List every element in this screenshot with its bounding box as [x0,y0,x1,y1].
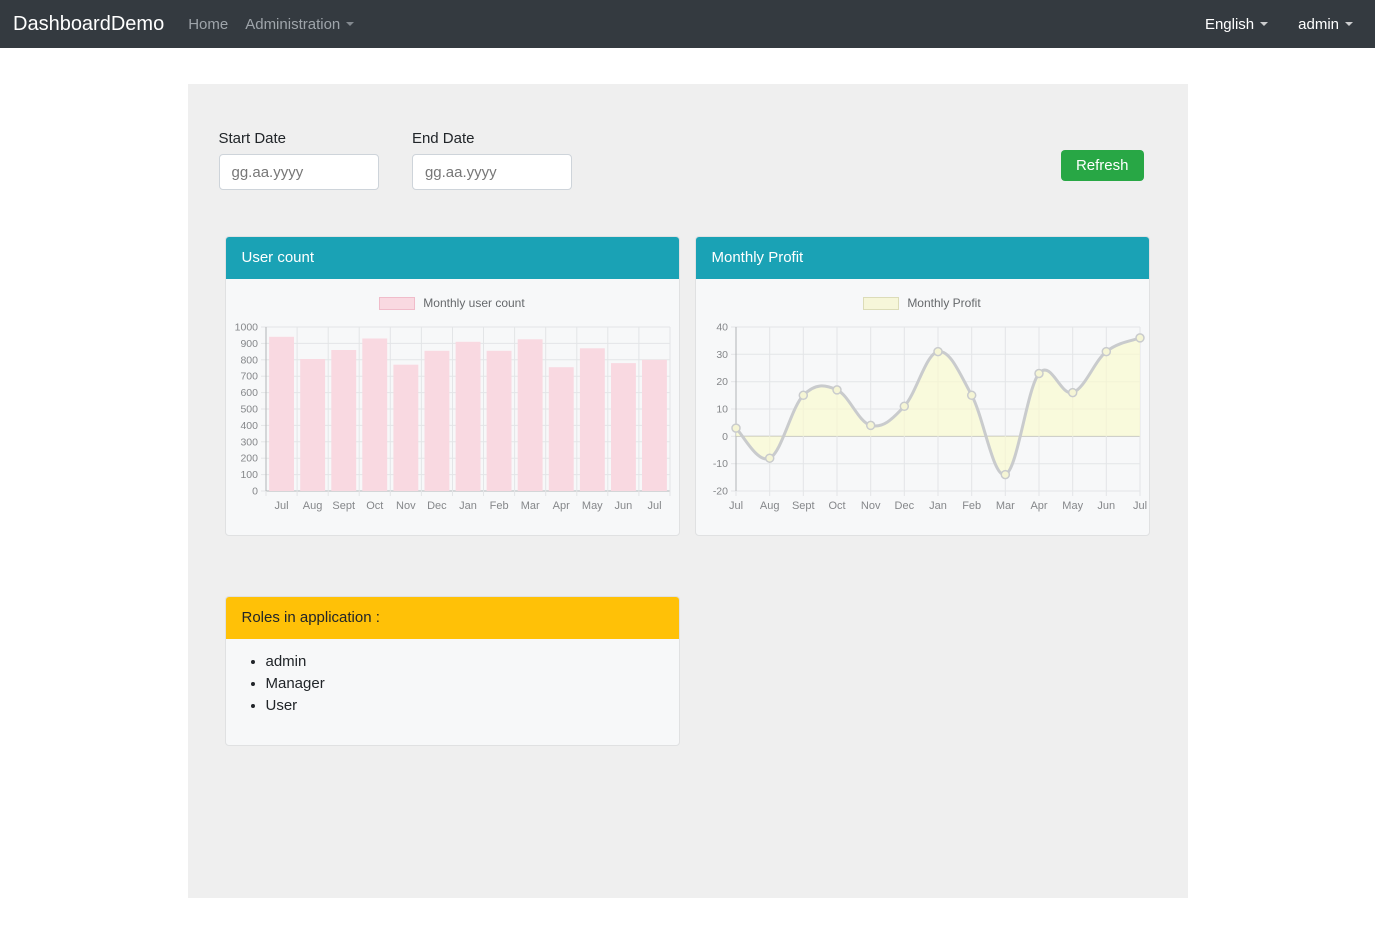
svg-text:-10: -10 [712,458,727,470]
svg-text:Oct: Oct [366,500,383,512]
user-menu-label: admin [1298,16,1339,33]
svg-text:Aug: Aug [302,500,322,512]
user-count-panel-header: User count [226,237,679,279]
start-date-field-group: Start Date [219,130,379,190]
svg-text:800: 800 [240,354,258,366]
svg-text:Sept: Sept [332,500,355,512]
roles-panel-title: Roles in application : [242,609,380,626]
nav-item-administration-dropdown[interactable]: Administration [245,16,354,33]
svg-text:Jul: Jul [274,500,288,512]
svg-text:900: 900 [240,338,258,350]
user-count-panel-body: Monthly user count 0 100 200 300 400 500 600 70… [226,279,679,536]
monthly-profit-line-chart: -20 -10 0 10 20 30 40 Jul Aug Sept Oct Nov Dec Jan Feb… [696,315,1149,536]
svg-text:Dec: Dec [894,500,914,512]
svg-text:-20: -20 [712,486,727,498]
svg-text:Dec: Dec [427,500,447,512]
svg-text:Apr: Apr [552,500,569,512]
svg-text:Jul: Jul [1132,500,1146,512]
svg-text:Nov: Nov [396,500,416,512]
svg-text:500: 500 [240,404,258,416]
roles-panel-body: admin Manager User [226,639,679,714]
svg-text:Feb: Feb [489,500,508,512]
legend-label: Monthly user count [423,296,524,310]
role-list-item: Manager [266,675,663,692]
start-date-input[interactable] [219,154,379,190]
refresh-button[interactable]: Refresh [1061,150,1144,181]
svg-text:600: 600 [240,387,258,399]
svg-text:Jun: Jun [614,500,632,512]
svg-text:30: 30 [716,349,728,361]
svg-text:10: 10 [716,404,728,416]
svg-text:Jan: Jan [459,500,477,512]
svg-text:0: 0 [722,431,728,443]
user-count-panel: User count Monthly user count 0 100 200 300… [225,236,680,536]
roles-panel: Roles in application : admin Manager User [225,596,680,746]
svg-text:40: 40 [716,322,728,334]
svg-text:Nov: Nov [860,500,880,512]
navbar-right: English admin [1205,16,1353,33]
svg-text:200: 200 [240,453,258,465]
role-list-item: User [266,697,663,714]
legend-swatch [863,297,899,310]
roles-list: admin Manager User [266,653,663,714]
legend-monthly-profit[interactable]: Monthly Profit [696,295,1149,311]
user-menu-dropdown[interactable]: admin [1298,16,1353,33]
end-date-field-group: End Date [412,130,572,190]
monthly-profit-panel: Monthly Profit Monthly Profit -20 -10 0 10 2… [695,236,1150,536]
svg-text:Jun: Jun [1097,500,1115,512]
monthly-profit-panel-header: Monthly Profit [696,237,1149,279]
monthly-profit-panel-title: Monthly Profit [712,249,804,266]
svg-text:May: May [1062,500,1083,512]
roles-row: Roles in application : admin Manager User [188,596,1188,746]
monthly-profit-panel-body: Monthly Profit -20 -10 0 10 20 30 40 Jul Aug Sept… [696,279,1149,536]
user-count-bar-chart: 0 100 200 300 400 500 600 700 800 900 1000 Jul Aug Se… [226,315,679,536]
roles-panel-header: Roles in application : [226,597,679,639]
svg-text:20: 20 [716,376,728,388]
top-navbar: DashboardDemo Home Administration Englis… [0,0,1375,48]
language-label: English [1205,16,1254,33]
start-date-label: Start Date [219,130,379,147]
chevron-down-icon [346,22,354,26]
nav-item-home[interactable]: Home [188,16,228,33]
svg-text:0: 0 [252,486,258,498]
svg-text:Jul: Jul [728,500,742,512]
svg-text:1000: 1000 [234,322,258,334]
brand-link[interactable]: DashboardDemo [13,13,164,36]
filters-row: Start Date End Date Refresh [188,130,1188,236]
svg-text:Feb: Feb [962,500,981,512]
user-count-panel-title: User count [242,249,315,266]
svg-text:Oct: Oct [828,500,845,512]
end-date-label: End Date [412,130,572,147]
nav-item-administration-label: Administration [245,16,340,33]
svg-text:Sept: Sept [791,500,814,512]
svg-text:300: 300 [240,436,258,448]
svg-text:400: 400 [240,420,258,432]
svg-text:May: May [581,500,602,512]
chevron-down-icon [1345,22,1353,26]
svg-text:700: 700 [240,371,258,383]
svg-text:Aug: Aug [759,500,779,512]
chevron-down-icon [1260,22,1268,26]
main-content: Start Date End Date Refresh User count M… [188,84,1188,898]
legend-swatch [379,297,415,310]
svg-text:100: 100 [240,469,258,481]
charts-row: User count Monthly user count 0100200300… [188,236,1188,536]
svg-text:Apr: Apr [1030,500,1047,512]
legend-monthly-user-count[interactable]: Monthly user count [226,295,679,311]
role-list-item: admin [266,653,663,670]
svg-text:Mar: Mar [995,500,1014,512]
svg-text:Jul: Jul [647,500,661,512]
legend-label: Monthly Profit [907,296,980,310]
end-date-input[interactable] [412,154,572,190]
language-dropdown[interactable]: English [1205,16,1268,33]
svg-text:Jan: Jan [929,500,947,512]
svg-text:Mar: Mar [520,500,539,512]
